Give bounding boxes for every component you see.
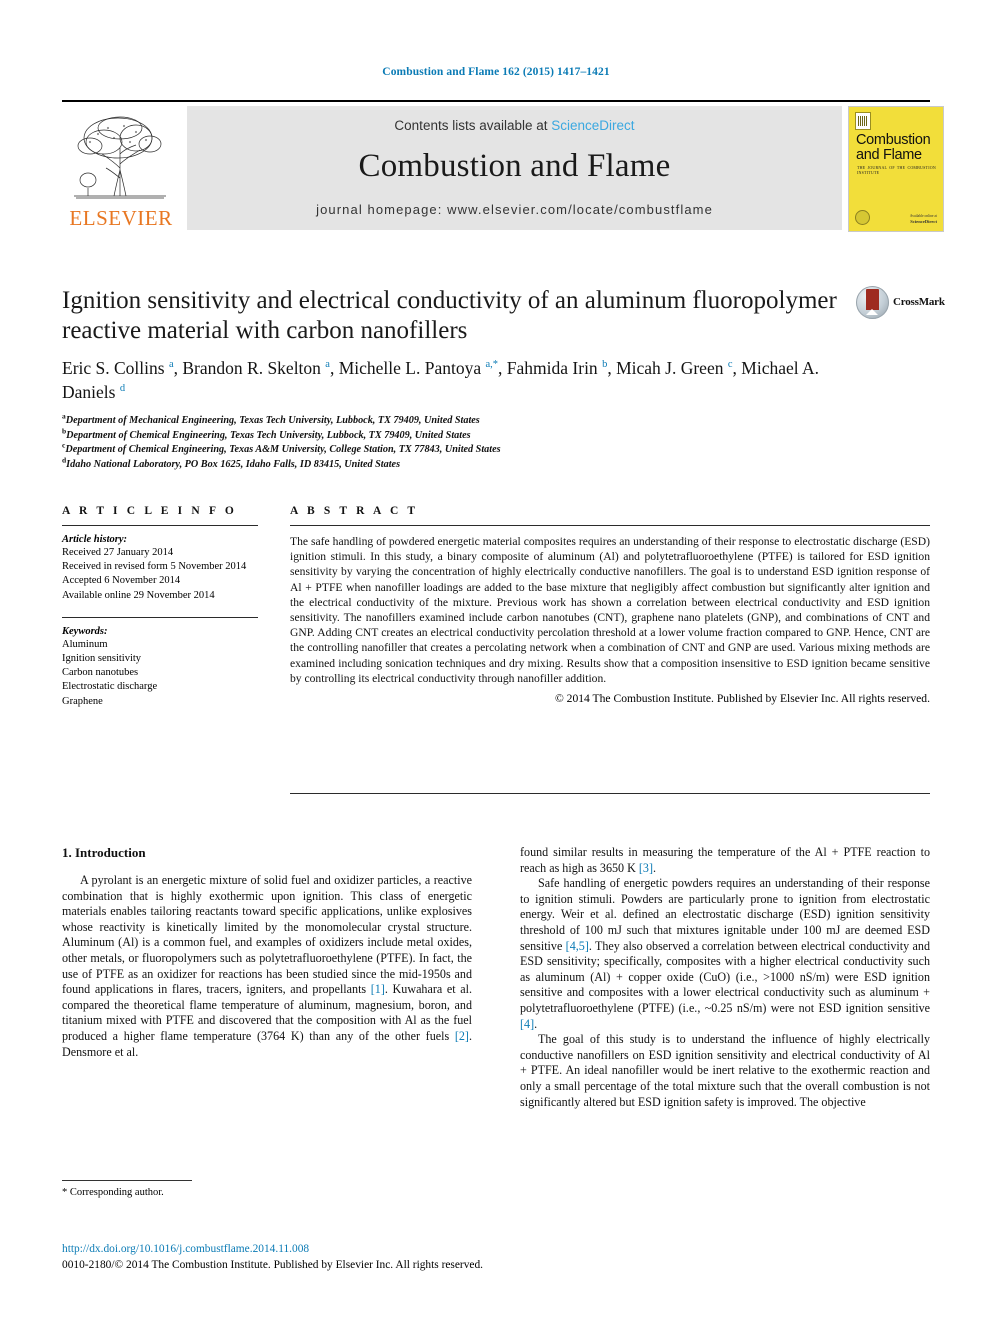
elsevier-wordmark: ELSEVIER [69, 206, 173, 230]
cover-institute-logo-icon [855, 112, 871, 130]
body-paragraph: Safe handling of energetic powders requi… [520, 876, 930, 1031]
article-history-item: Received 27 January 2014 [62, 547, 174, 558]
contents-prefix: Contents lists available at [394, 118, 548, 133]
article-info-column: A R T I C L E I N F O Article history: R… [62, 505, 258, 709]
journal-homepage-line[interactable]: journal homepage: www.elsevier.com/locat… [187, 202, 842, 217]
affiliation-item: aDepartment of Mechanical Engineering, T… [62, 412, 762, 429]
affiliation-text: Department of Chemical Engineering, Texa… [66, 429, 471, 441]
keywords-label: Keywords: [62, 625, 108, 637]
contents-available-line: Contents lists available at ScienceDirec… [187, 118, 842, 133]
article-history-item: Received in revised form 5 November 2014 [62, 561, 247, 573]
info-abstract-block: A R T I C L E I N F O Article history: R… [62, 505, 930, 805]
keywords-rule [62, 616, 258, 618]
journal-title: Combustion and Flame [358, 148, 671, 184]
cover-subtitle: THE JOURNAL OF THE COMBUSTION INSTITUTE [857, 165, 936, 175]
sciencedirect-link[interactable]: ScienceDirect [551, 118, 634, 133]
cover-foot-small: Available online at [909, 214, 937, 218]
affiliation-item: cDepartment of Chemical Engineering, Tex… [62, 442, 762, 458]
running-head: Combustion and Flame 162 (2015) 1417–142… [382, 66, 610, 78]
body-column-left: 1. Introduction A pyrolant is an energet… [62, 845, 472, 1060]
citation-ref[interactable]: [2] [455, 1029, 469, 1043]
crossmark-badge[interactable]: CrossMark [856, 286, 945, 320]
abstract-copyright: © 2014 The Combustion Institute. Publish… [554, 692, 930, 706]
journal-article-page: Combustion and Flame 162 (2015) 1417–142… [0, 0, 992, 1323]
crossmark-label: CrossMark [893, 296, 945, 308]
keyword-item: Carbon nanotubes [62, 667, 139, 679]
abstract-column: A B S T R A C T The safe handling of pow… [290, 505, 930, 705]
abstract-text: The safe handling of powdered energetic … [290, 535, 930, 685]
journal-cover-thumbnail: Combustion and Flame THE JOURNAL OF THE … [848, 106, 944, 232]
affiliation-list: aDepartment of Mechanical Engineering, T… [62, 412, 762, 473]
abstract-heading: A B S T R A C T [290, 505, 419, 517]
doi-link[interactable]: http://dx.doi.org/10.1016/j.combustflame… [62, 1242, 762, 1258]
article-history-item: Accepted 6 November 2014 [62, 575, 181, 587]
article-info-heading: A R T I C L E I N F O [62, 505, 237, 517]
affiliation-item: bDepartment of Chemical Engineering, Tex… [62, 427, 762, 444]
page-title: Ignition sensitivity and electrical cond… [62, 287, 837, 344]
keyword-item: Ignition sensitivity [62, 653, 142, 665]
citation-ref[interactable]: [1] [371, 982, 385, 996]
elsevier-logo: ELSEVIER [62, 106, 180, 230]
keyword-item: Aluminum [62, 638, 108, 650]
body-paragraph: A pyrolant is an energetic mixture of so… [62, 873, 472, 1059]
article-body: 1. Introduction A pyrolant is an energet… [62, 845, 930, 1195]
article-history-label: Article history: [62, 534, 128, 545]
keyword-item: Electrostatic discharge [62, 681, 158, 693]
body-paragraph: found similar results in measuring the t… [520, 845, 930, 875]
keyword-item: Graphene [62, 695, 103, 707]
affiliation-text: Idaho National Laboratory, PO Box 1625, … [66, 458, 401, 470]
abstract-bottom-rule [290, 793, 930, 794]
issn-copyright-line: 0010-2180/© 2014 The Combustion Institut… [62, 1258, 483, 1271]
sciencedirect-banner: Contents lists available at ScienceDirec… [187, 106, 842, 230]
elsevier-tree-icon [68, 108, 172, 204]
affiliation-text: Department of Mechanical Engineering, Te… [65, 415, 480, 426]
cover-seal-icon [855, 210, 870, 225]
masthead-top-rule [62, 100, 930, 102]
body-paragraph: The goal of this study is to understand … [520, 1032, 930, 1109]
corresponding-author-note: * Corresponding author. [62, 1187, 164, 1198]
page-footer: http://dx.doi.org/10.1016/j.combustflame… [62, 1242, 762, 1273]
article-history-item: Available online 29 November 2014 [62, 589, 215, 601]
affiliation-text: Department of Chemical Engineering, Texa… [65, 444, 501, 456]
article-info-rule [62, 525, 258, 526]
journal-masthead: ELSEVIER Contents lists available at Sci… [62, 100, 944, 232]
cover-title: Combustion and Flame [856, 132, 931, 163]
affiliation-item: dIdaho National Laboratory, PO Box 1625,… [62, 456, 762, 473]
cover-foot-brand: ScienceDirect [910, 219, 937, 224]
section-heading-introduction: 1. Introduction [62, 845, 146, 860]
citation-ref[interactable]: [3] [639, 861, 653, 875]
citation-ref[interactable]: [4,5] [566, 939, 589, 953]
body-column-right: found similar results in measuring the t… [520, 845, 930, 1110]
abstract-rule [290, 525, 930, 526]
crossmark-icon [856, 286, 889, 319]
author-list: Eric S. Collins a, Brandon R. Skelton a,… [62, 358, 820, 402]
cover-footer: Available online at ScienceDirect [883, 214, 937, 225]
footnote-rule [62, 1180, 192, 1181]
citation-ref[interactable]: [4] [520, 1017, 534, 1031]
crossmark-book-shape [866, 289, 879, 315]
